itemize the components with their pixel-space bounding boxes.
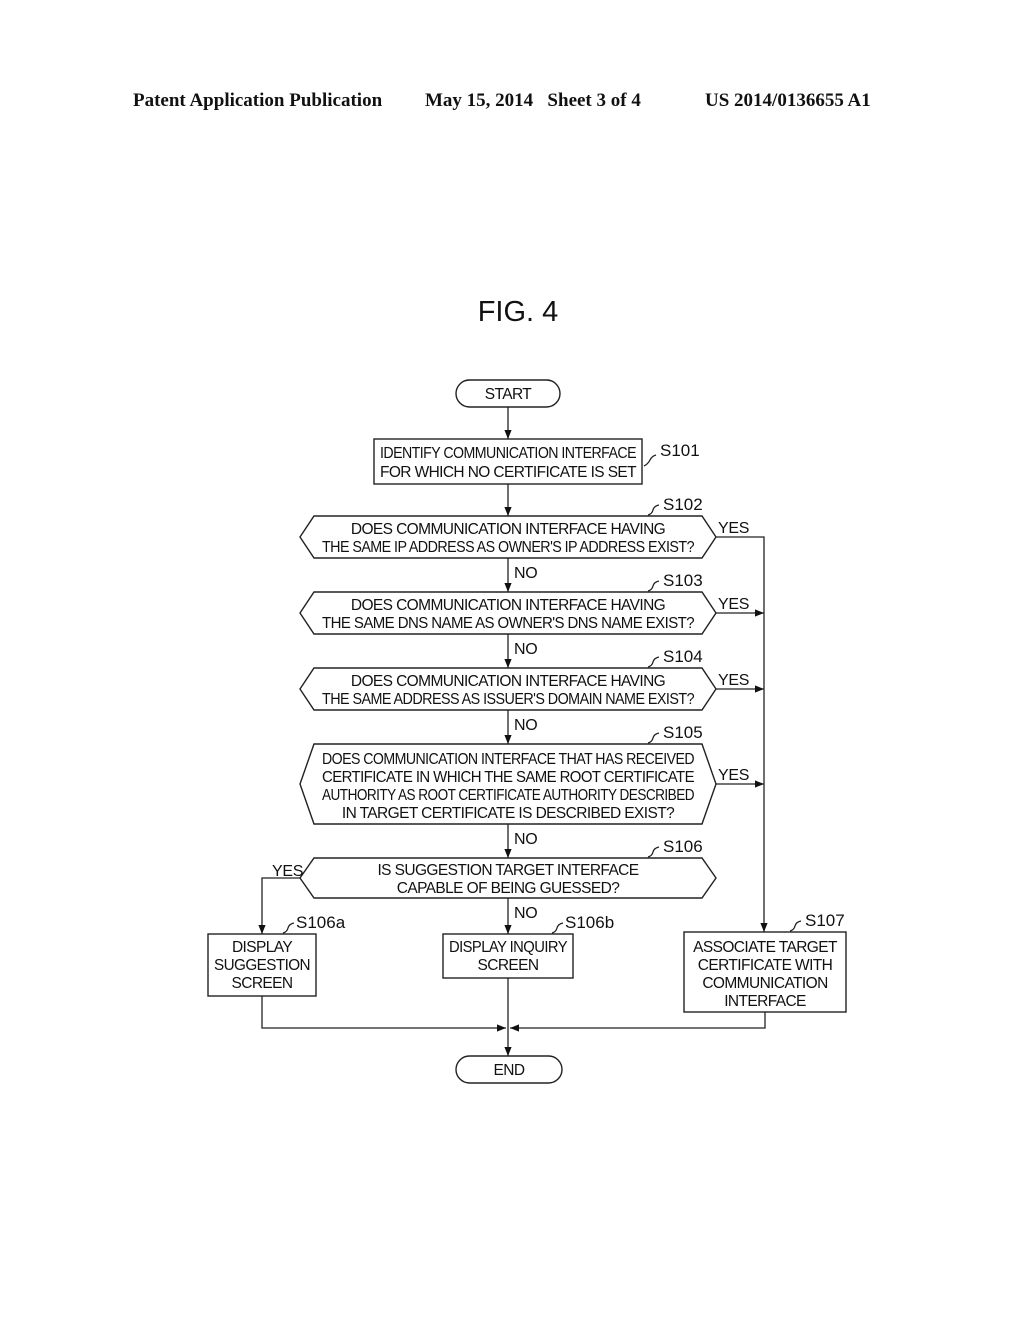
s104-leader bbox=[647, 656, 660, 668]
s105-line-4: IN TARGET CERTIFICATE IS DESCRIBED EXIST… bbox=[342, 805, 675, 822]
step-s106: IS SUGGESTION TARGET INTERFACE CAPABLE O… bbox=[272, 837, 717, 922]
s102-line-2: THE SAME IP ADDRESS AS OWNER'S IP ADDRES… bbox=[322, 539, 695, 556]
step-s102: DOES COMMUNICATION INTERFACE HAVING THE … bbox=[299, 495, 749, 582]
s107-step-id: S107 bbox=[805, 911, 845, 930]
s107-leader bbox=[789, 920, 802, 932]
s105-line-3: AUTHORITY AS ROOT CERTIFICATE AUTHORITY … bbox=[322, 787, 694, 804]
flowchart: START IDENTIFY COMMUNICATION INTERFACE F… bbox=[207, 379, 847, 1084]
s106a-line-3: SCREEN bbox=[232, 975, 293, 992]
s105-no-label: NO bbox=[514, 831, 537, 848]
s107-line-2: CERTIFICATE WITH bbox=[698, 957, 833, 974]
s105-line-1: DOES COMMUNICATION INTERFACE THAT HAS RE… bbox=[322, 751, 694, 768]
s102-step-id: S102 bbox=[663, 495, 703, 514]
step-s107: ASSOCIATE TARGET CERTIFICATE WITH COMMUN… bbox=[683, 911, 847, 1013]
s105-step-id: S105 bbox=[663, 723, 703, 742]
s104-yes-label: YES bbox=[718, 672, 749, 689]
s102-leader bbox=[647, 504, 660, 516]
s107-line-1: ASSOCIATE TARGET bbox=[693, 939, 838, 956]
s102-yes-label: YES bbox=[718, 520, 749, 537]
step-s101: IDENTIFY COMMUNICATION INTERFACE FOR WHI… bbox=[373, 438, 700, 485]
start-terminal: START bbox=[455, 379, 561, 408]
s103-leader bbox=[647, 580, 660, 592]
arrow-s106-yes-to-s106a bbox=[258, 877, 300, 934]
s106a-step-id: S106a bbox=[296, 913, 346, 932]
s107-line-4: INTERFACE bbox=[724, 993, 806, 1010]
step-s105: DOES COMMUNICATION INTERFACE THAT HAS RE… bbox=[299, 723, 749, 848]
step-s106b: DISPLAY INQUIRY SCREEN S106b bbox=[442, 913, 614, 979]
s106-line-1: IS SUGGESTION TARGET INTERFACE bbox=[377, 862, 638, 879]
s101-line-1: IDENTIFY COMMUNICATION INTERFACE bbox=[380, 445, 636, 462]
s101-step-id: S101 bbox=[660, 441, 700, 460]
s103-yes-label: YES bbox=[718, 596, 749, 613]
s106b-step-id: S106b bbox=[565, 913, 614, 932]
s104-line-2: THE SAME ADDRESS AS ISSUER'S DOMAIN NAME… bbox=[322, 691, 695, 708]
s107-line-3: COMMUNICATION bbox=[702, 975, 827, 992]
s106-step-id: S106 bbox=[663, 837, 703, 856]
end-terminal: END bbox=[455, 1055, 563, 1084]
end-label: END bbox=[494, 1062, 525, 1079]
s105-leader bbox=[647, 732, 660, 744]
s106-line-2: CAPABLE OF BEING GUESSED? bbox=[397, 880, 620, 897]
s106b-line-1: DISPLAY INQUIRY bbox=[449, 939, 567, 956]
s106b-line-2: SCREEN bbox=[478, 957, 539, 974]
s106-leader bbox=[647, 846, 660, 858]
s106a-line-1: DISPLAY bbox=[232, 939, 292, 956]
s101-leader bbox=[643, 454, 657, 467]
s103-no-label: NO bbox=[514, 641, 537, 658]
s105-yes-label: YES bbox=[718, 767, 749, 784]
s104-line-1: DOES COMMUNICATION INTERFACE HAVING bbox=[351, 673, 665, 690]
step-s106a: DISPLAY SUGGESTION SCREEN S106a bbox=[207, 913, 346, 997]
arrow-s106a-to-merge bbox=[261, 996, 506, 1032]
s102-no-label: NO bbox=[514, 565, 537, 582]
s103-line-1: DOES COMMUNICATION INTERFACE HAVING bbox=[351, 597, 665, 614]
s103-line-2: THE SAME DNS NAME AS OWNER'S DNS NAME EX… bbox=[322, 615, 695, 632]
s104-step-id: S104 bbox=[663, 647, 703, 666]
s103-step-id: S103 bbox=[663, 571, 703, 590]
arrow-s107-to-merge bbox=[510, 1012, 766, 1032]
s106-no-label: NO bbox=[514, 905, 537, 922]
s104-no-label: NO bbox=[514, 717, 537, 734]
s102-line-1: DOES COMMUNICATION INTERFACE HAVING bbox=[351, 521, 665, 538]
step-s103: DOES COMMUNICATION INTERFACE HAVING THE … bbox=[299, 571, 749, 658]
step-s104: DOES COMMUNICATION INTERFACE HAVING THE … bbox=[299, 647, 749, 734]
start-label: START bbox=[485, 386, 533, 403]
s106b-leader bbox=[551, 922, 564, 934]
s105-line-2: CERTIFICATE IN WHICH THE SAME ROOT CERTI… bbox=[322, 769, 694, 786]
s101-line-2: FOR WHICH NO CERTIFICATE IS SET bbox=[380, 464, 637, 481]
s106a-leader bbox=[282, 922, 295, 934]
s106a-line-2: SUGGESTION bbox=[214, 957, 310, 974]
